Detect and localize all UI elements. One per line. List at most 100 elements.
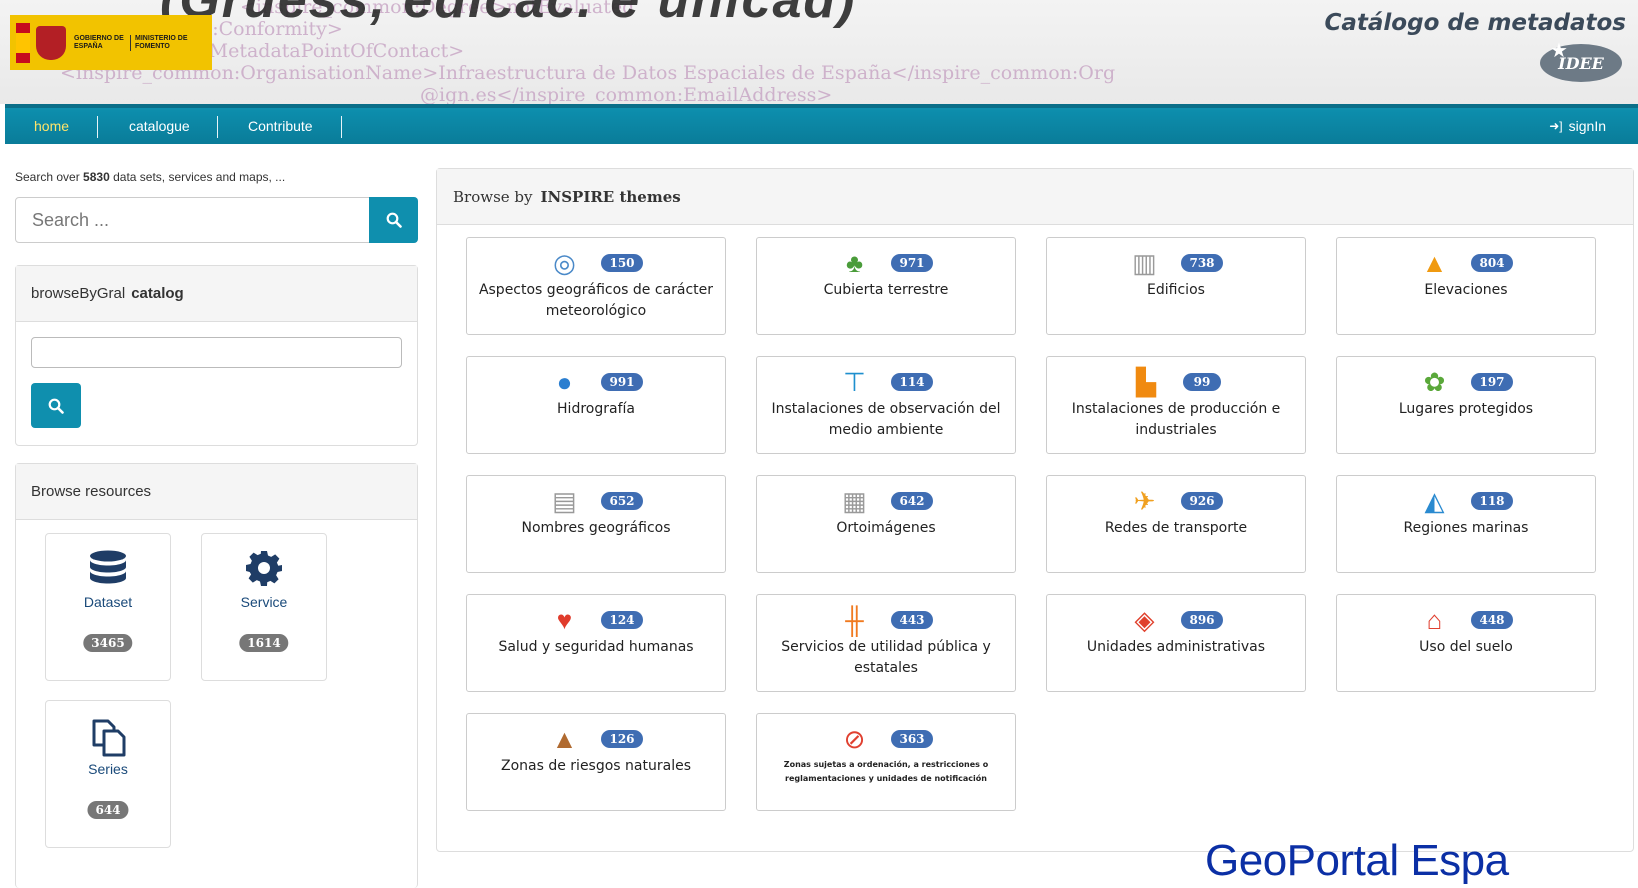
resource-count-badge: 3465 — [83, 634, 133, 652]
theme-label: Hidrografía — [557, 401, 635, 417]
theme-card[interactable]: ✿ 197 Lugares protegidos — [1336, 356, 1596, 454]
theme-card[interactable]: ◭ 118 Regiones marinas — [1336, 475, 1596, 573]
theme-card[interactable]: ⊘ 363 Zonas sujetas a ordenación, a restri… — [756, 713, 1016, 811]
theme-card[interactable]: ▲ 804 Elevaciones — [1336, 237, 1596, 335]
theme-card-header: ● 991 — [467, 367, 725, 397]
search-icon — [386, 212, 402, 228]
theme-card-header: ▤ 652 — [467, 486, 725, 516]
browse-gral-search-button[interactable] — [31, 383, 81, 428]
search-hint-suffix: data sets, services and maps, ... — [113, 170, 286, 184]
search-button[interactable] — [369, 197, 418, 243]
theme-card[interactable]: ♥ 124 Salud y seguridad humanas — [466, 594, 726, 692]
sea-regions-icon: ◭ — [1424, 485, 1445, 516]
theme-count-badge: 99 — [1183, 373, 1221, 391]
theme-card[interactable]: ✈ 926 Redes de transporte — [1046, 475, 1306, 573]
theme-card[interactable]: ▦ 642 Ortoimágenes — [756, 475, 1016, 573]
search-hint-prefix: Search over — [15, 170, 80, 184]
resource-label: Service — [240, 594, 288, 610]
theme-card-header: ♥ 124 — [467, 604, 725, 635]
theme-card-header: ◎ 150 — [467, 248, 725, 278]
search-icon — [48, 398, 64, 414]
logo-text-ministry: MINISTERIO DE FOMENTO — [130, 34, 190, 51]
theme-count-badge: 443 — [891, 611, 933, 629]
theme-card[interactable]: ◈ 896 Unidades administrativas — [1046, 594, 1306, 692]
theme-label: Lugares protegidos — [1398, 401, 1534, 417]
factory-icon: ▙ — [1136, 366, 1156, 397]
theme-count-badge: 642 — [891, 492, 933, 510]
theme-card[interactable]: ● 991 Hidrografía — [466, 356, 726, 454]
theme-card[interactable]: ▲ 126 Zonas de riesgos naturales — [466, 713, 726, 811]
theme-count-badge: 118 — [1471, 492, 1513, 510]
theme-label: Redes de transporte — [1104, 520, 1248, 536]
star-icon: ★ — [1550, 40, 1568, 62]
theme-label: Instalaciones de observación del medio a… — [771, 401, 1001, 438]
natural-risk-icon: ▲ — [551, 723, 578, 754]
theme-label: Nombres geográficos — [521, 520, 671, 536]
theme-count-badge: 126 — [601, 730, 643, 748]
search-bar — [15, 197, 418, 243]
theme-label: Edificios — [1147, 282, 1205, 298]
resource-label: Dataset — [83, 594, 133, 610]
theme-card-header: ◈ 896 — [1047, 604, 1305, 635]
theme-label: Ortoimágenes — [836, 520, 936, 536]
database-icon — [46, 550, 170, 586]
orthoimage-icon: ▦ — [842, 485, 867, 516]
browse-gral-heading: browseByGral catalog — [16, 266, 417, 322]
theme-label: Elevaciones — [1424, 282, 1508, 298]
theme-card[interactable]: ▙ 99 Instalaciones de producción e industr… — [1046, 356, 1306, 454]
nav-catalogue[interactable]: catalogue — [129, 114, 190, 138]
theme-card-header: ⌂ 448 — [1337, 605, 1595, 635]
resource-card-service[interactable]: Service 1614 — [201, 533, 327, 681]
nav-divider — [97, 116, 98, 138]
theme-card-header: ◭ 118 — [1337, 485, 1595, 516]
resource-card-dataset[interactable]: Dataset 3465 — [45, 533, 171, 681]
search-hint-count: 5830 — [83, 170, 110, 184]
theme-label: Zonas de riesgos naturales — [501, 758, 691, 774]
elevation-icon: ▲ — [1421, 247, 1448, 278]
restricted-zones-icon: ⊘ — [843, 723, 866, 754]
browse-resources-heading: Browse resources — [16, 464, 417, 520]
nav-home[interactable]: home — [34, 114, 69, 138]
search-input[interactable] — [15, 197, 371, 243]
header-banner: <inspire_common:Degree>notEvaluated n:Co… — [0, 0, 1638, 104]
resource-count-badge: 644 — [87, 801, 129, 819]
theme-card[interactable]: ◎ 150 Aspectos geográficos de carácter met… — [466, 237, 726, 335]
theme-count-badge: 114 — [891, 373, 933, 391]
themes-heading-prefix: Browse by — [453, 187, 533, 206]
resource-card-series[interactable]: Series 644 — [45, 700, 171, 848]
nav-contribute[interactable]: Contribute — [248, 114, 313, 138]
signin-link[interactable]: ➜] signIn — [1549, 114, 1606, 138]
observation-icon: ⊤ — [843, 366, 866, 397]
theme-label: Aspectos geográficos de carácter meteoro… — [478, 282, 714, 319]
admin-units-icon: ◈ — [1134, 604, 1155, 635]
theme-card-header: ╫ 443 — [757, 605, 1015, 635]
theme-card[interactable]: ▤ 652 Nombres geográficos — [466, 475, 726, 573]
theme-card[interactable]: ⌂ 448 Uso del suelo — [1336, 594, 1596, 692]
theme-label: Salud y seguridad humanas — [498, 639, 694, 655]
government-logo[interactable]: GOBIERNO DE ESPAÑA MINISTERIO DE FOMENTO — [10, 15, 212, 70]
theme-card-header: ✿ 197 — [1337, 367, 1595, 397]
geoportal-brand: GeoPortal Espa — [1205, 836, 1509, 885]
browse-resources-panel: Browse resources Dataset 3465 Service 16… — [15, 463, 418, 888]
health-icon: ♥ — [556, 604, 573, 635]
browse-gral-label: browseByGral — [31, 285, 126, 302]
browse-gral-input[interactable] — [31, 337, 402, 368]
theme-label: Regiones marinas — [1403, 520, 1529, 536]
theme-label: Zonas sujetas a ordenación, a restriccio… — [783, 760, 989, 783]
theme-card[interactable]: ▥ 738 Edificios — [1046, 237, 1306, 335]
theme-card[interactable]: ╫ 443 Servicios de utilidad pública y esta… — [756, 594, 1016, 692]
theme-count-badge: 448 — [1471, 611, 1513, 629]
theme-card-header: ▙ 99 — [1047, 366, 1305, 397]
theme-count-badge: 971 — [891, 254, 933, 272]
theme-card[interactable]: ♣ 971 Cubierta terrestre — [756, 237, 1016, 335]
gear-icon — [202, 550, 326, 586]
idee-logo[interactable]: ★ IDEE — [1540, 40, 1622, 82]
theme-label: Servicios de utilidad pública y estatale… — [781, 639, 991, 676]
theme-count-badge: 363 — [891, 730, 933, 748]
theme-count-badge: 804 — [1471, 254, 1513, 272]
nav-divider — [341, 116, 342, 138]
resource-count-badge: 1614 — [239, 634, 289, 652]
theme-label: Instalaciones de producción e industrial… — [1071, 401, 1281, 438]
resource-label: Series — [88, 761, 128, 777]
theme-card[interactable]: ⊤ 114 Instalaciones de observación del med… — [756, 356, 1016, 454]
